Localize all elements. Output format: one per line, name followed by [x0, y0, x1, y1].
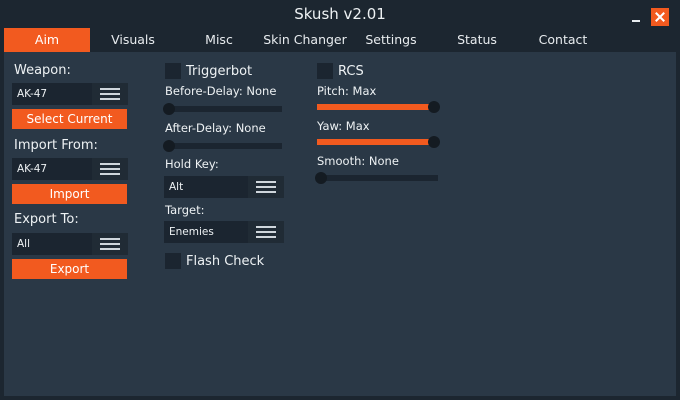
tab-visuals[interactable]: Visuals: [90, 28, 176, 52]
hamburger-icon[interactable]: [92, 158, 128, 180]
before-delay-knob[interactable]: [163, 103, 175, 115]
tab-settings[interactable]: Settings: [348, 28, 434, 52]
yaw-knob[interactable]: [428, 136, 440, 148]
smooth-knob[interactable]: [315, 172, 327, 184]
select-current-button[interactable]: Select Current: [12, 109, 127, 129]
smooth-label: Smooth: None: [317, 154, 399, 168]
rcs-label: RCS: [338, 64, 364, 79]
hold-key-select[interactable]: Alt: [164, 176, 284, 198]
after-delay-slider[interactable]: [163, 140, 282, 152]
weapon-select[interactable]: AK-47: [12, 83, 128, 105]
tab-aim[interactable]: Aim: [4, 28, 90, 52]
target-select[interactable]: Enemies: [164, 221, 284, 243]
import-select[interactable]: AK-47: [12, 158, 128, 180]
before-delay-label: Before-Delay: None: [165, 84, 277, 98]
export-button[interactable]: Export: [12, 259, 127, 279]
export-select[interactable]: All: [12, 233, 128, 255]
hamburger-icon[interactable]: [248, 176, 284, 198]
after-delay-knob[interactable]: [163, 140, 175, 152]
tab-contact[interactable]: Contact: [520, 28, 606, 52]
flash-check-label: Flash Check: [186, 254, 265, 269]
yaw-slider[interactable]: [317, 136, 440, 148]
import-button[interactable]: Import: [12, 184, 127, 204]
triggerbot-checkbox[interactable]: [165, 63, 181, 79]
minimize-icon[interactable]: [632, 20, 640, 22]
import-select-value: AK-47: [17, 163, 48, 175]
yaw-fill: [317, 139, 434, 145]
target-label: Target:: [165, 203, 205, 217]
export-label: Export To:: [14, 212, 79, 227]
weapon-select-value: AK-47: [17, 88, 48, 100]
rcs-checkbox[interactable]: [317, 63, 333, 79]
export-select-value: All: [17, 238, 31, 250]
pitch-label: Pitch: Max: [317, 84, 377, 98]
pitch-fill: [317, 104, 434, 110]
tab-status[interactable]: Status: [434, 28, 520, 52]
tab-misc[interactable]: Misc: [176, 28, 262, 52]
after-delay-label: After-Delay: None: [165, 121, 266, 135]
hamburger-icon[interactable]: [92, 83, 128, 105]
triggerbot-label: Triggerbot: [186, 64, 253, 79]
target-select-value: Enemies: [169, 226, 214, 238]
yaw-label: Yaw: Max: [317, 119, 370, 133]
app-title: Skush v2.01: [294, 5, 386, 23]
hamburger-icon[interactable]: [248, 221, 284, 243]
title-bar: Skush v2.01: [0, 0, 680, 30]
weapon-label: Weapon:: [14, 63, 71, 78]
pitch-slider[interactable]: [317, 101, 440, 113]
hold-key-select-value: Alt: [169, 181, 184, 193]
smooth-slider[interactable]: [315, 172, 438, 184]
pitch-knob[interactable]: [428, 101, 440, 113]
hold-key-label: Hold Key:: [165, 157, 219, 171]
flash-check-checkbox[interactable]: [165, 253, 181, 269]
tab-skin-changer[interactable]: Skin Changer: [260, 28, 350, 52]
hamburger-icon[interactable]: [92, 233, 128, 255]
before-delay-slider[interactable]: [163, 103, 282, 115]
close-icon[interactable]: [651, 8, 669, 26]
import-label: Import From:: [14, 138, 98, 153]
